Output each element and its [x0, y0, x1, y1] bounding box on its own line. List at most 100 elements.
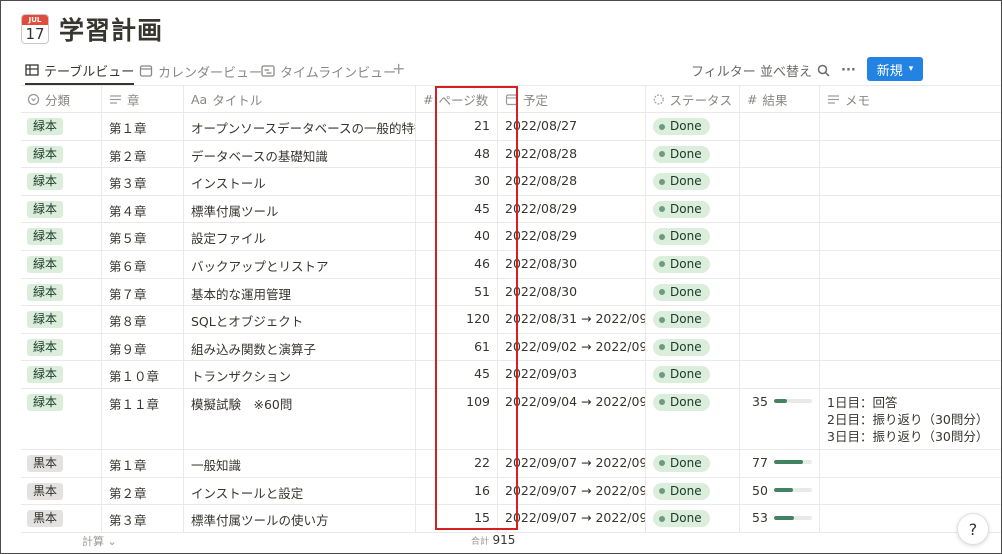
result-cell[interactable]: 77 — [740, 449, 820, 477]
schedule-cell[interactable]: 2022/09/04 → 2022/09/06 — [498, 388, 646, 449]
title-cell[interactable]: トランザクション — [184, 361, 416, 388]
memo-cell[interactable] — [820, 450, 1001, 477]
filter-button[interactable]: フィルター — [691, 60, 756, 80]
column-header-memo[interactable]: メモ — [820, 86, 1001, 112]
schedule-cell[interactable]: 2022/08/29 — [498, 195, 646, 223]
memo-cell[interactable] — [820, 279, 1001, 306]
title-cell[interactable]: SQLとオブジェクト — [184, 306, 416, 333]
sort-button[interactable]: 並べ替え — [760, 60, 812, 80]
help-button[interactable]: ? — [957, 513, 989, 545]
schedule-cell[interactable]: 2022/08/28 — [498, 168, 646, 195]
category-cell[interactable]: 緑本 — [21, 388, 102, 449]
table-row[interactable]: 緑本 第４章 標準付属ツール 45 2022/08/29 Done — [21, 195, 1001, 224]
pages-cell[interactable]: 45 — [416, 361, 498, 388]
status-cell[interactable]: Done — [646, 449, 740, 477]
chapter-cell[interactable]: 第７章 — [102, 278, 184, 306]
status-cell[interactable]: Done — [646, 333, 740, 361]
schedule-cell[interactable]: 2022/09/03 — [498, 361, 646, 388]
schedule-cell[interactable]: 2022/09/07 → 2022/09/08 — [498, 505, 646, 532]
result-cell[interactable] — [740, 361, 820, 388]
chapter-cell[interactable]: 第１１章 — [102, 388, 184, 449]
title-cell[interactable]: オープンソースデータベースの一般的特徴 — [184, 113, 416, 140]
chapter-cell[interactable]: 第５章 — [102, 223, 184, 250]
chapter-cell[interactable]: 第３章 — [102, 505, 184, 532]
category-cell[interactable]: 緑本 — [21, 195, 102, 223]
category-cell[interactable]: 緑本 — [21, 223, 102, 250]
status-cell[interactable]: Done — [646, 361, 740, 388]
page-title[interactable]: 学習計画 — [59, 11, 163, 47]
pages-cell[interactable]: 22 — [416, 449, 498, 477]
table-row[interactable]: 緑本 第２章 データベースの基礎知識 48 2022/08/28 Done — [21, 140, 1001, 169]
pages-cell[interactable]: 109 — [416, 388, 498, 449]
column-header-category[interactable]: 分類 — [21, 86, 102, 112]
status-cell[interactable]: Done — [646, 250, 740, 278]
calculate-button[interactable]: 計算 ⌄ — [82, 533, 117, 549]
column-header-title[interactable]: Aa タイトル — [184, 86, 416, 112]
category-cell[interactable]: 緑本 — [21, 140, 102, 168]
schedule-cell[interactable]: 2022/09/07 → 2022/09/08 — [498, 477, 646, 505]
status-cell[interactable]: Done — [646, 505, 740, 532]
schedule-cell[interactable]: 2022/08/31 → 2022/09/01 — [498, 306, 646, 333]
table-row[interactable]: 緑本 第１１章 模擬試験 ※60問 109 2022/09/04 → 2022/09/0… — [21, 388, 1001, 450]
result-cell[interactable] — [740, 306, 820, 333]
result-cell[interactable]: 50 — [740, 477, 820, 505]
title-cell[interactable]: 一般知識 — [184, 449, 416, 477]
memo-cell[interactable] — [820, 306, 1001, 333]
memo-cell[interactable] — [820, 196, 1001, 223]
result-cell[interactable] — [740, 195, 820, 223]
category-cell[interactable]: 緑本 — [21, 278, 102, 306]
table-row[interactable]: 緑本 第１章 オープンソースデータベースの一般的特徴 21 2022/08/27 Done — [21, 113, 1001, 141]
result-cell[interactable] — [740, 223, 820, 250]
category-cell[interactable]: 緑本 — [21, 250, 102, 278]
add-view-icon[interactable]: + — [392, 59, 405, 78]
title-cell[interactable]: 標準付属ツール — [184, 195, 416, 223]
category-cell[interactable]: 緑本 — [21, 333, 102, 361]
schedule-cell[interactable]: 2022/09/07 → 2022/09/08 — [498, 449, 646, 477]
schedule-cell[interactable]: 2022/09/02 → 2022/09/02 — [498, 333, 646, 361]
tab-timeline-view[interactable]: タイムラインビュー — [261, 57, 396, 85]
memo-cell[interactable] — [820, 251, 1001, 278]
table-row[interactable]: 黒本 第１章 一般知識 22 2022/09/07 → 2022/09/08 Done 77 — [21, 449, 1001, 478]
table-row[interactable]: 緑本 第１０章 トランザクション 45 2022/09/03 Done — [21, 361, 1001, 389]
memo-cell[interactable] — [820, 141, 1001, 168]
chapter-cell[interactable]: 第６章 — [102, 250, 184, 278]
schedule-cell[interactable]: 2022/08/29 — [498, 223, 646, 250]
category-cell[interactable]: 緑本 — [21, 168, 102, 195]
pages-cell[interactable]: 30 — [416, 168, 498, 195]
result-cell[interactable] — [740, 140, 820, 168]
memo-cell[interactable] — [820, 478, 1001, 505]
table-row[interactable]: 緑本 第８章 SQLとオブジェクト 120 2022/08/31 → 2022/09/0… — [21, 306, 1001, 334]
column-header-chapter[interactable]: 章 — [102, 86, 184, 112]
category-cell[interactable]: 黒本 — [21, 449, 102, 477]
chapter-cell[interactable]: 第９章 — [102, 333, 184, 361]
table-row[interactable]: 黒本 第３章 標準付属ツールの使い方 15 2022/09/07 → 2022/09/0… — [21, 505, 1001, 533]
result-cell[interactable] — [740, 333, 820, 361]
table-row[interactable]: 緑本 第３章 インストール 30 2022/08/28 Done — [21, 168, 1001, 196]
pages-cell[interactable]: 51 — [416, 278, 498, 306]
column-header-schedule[interactable]: 予定 — [498, 86, 646, 112]
memo-cell[interactable] — [820, 361, 1001, 388]
more-options-button[interactable]: ··· — [841, 60, 856, 80]
chapter-cell[interactable]: 第１章 — [102, 449, 184, 477]
tab-calendar-view[interactable]: カレンダービュー — [139, 57, 262, 85]
pages-cell[interactable]: 16 — [416, 477, 498, 505]
memo-cell[interactable] — [820, 223, 1001, 250]
title-cell[interactable]: データベースの基礎知識 — [184, 140, 416, 168]
chapter-cell[interactable]: 第２章 — [102, 477, 184, 505]
pages-cell[interactable]: 48 — [416, 140, 498, 168]
title-cell[interactable]: 設定ファイル — [184, 223, 416, 250]
schedule-cell[interactable]: 2022/08/27 — [498, 113, 646, 140]
table-row[interactable]: 緑本 第６章 バックアップとリストア 46 2022/08/30 Done — [21, 250, 1001, 279]
title-cell[interactable]: インストールと設定 — [184, 477, 416, 505]
schedule-cell[interactable]: 2022/08/30 — [498, 278, 646, 306]
pages-cell[interactable]: 21 — [416, 113, 498, 140]
table-row[interactable]: 緑本 第９章 組み込み関数と演算子 61 2022/09/02 → 2022/09/02… — [21, 333, 1001, 362]
table-row[interactable]: 緑本 第７章 基本的な運用管理 51 2022/08/30 Done — [21, 278, 1001, 307]
status-cell[interactable]: Done — [646, 140, 740, 168]
title-cell[interactable]: バックアップとリストア — [184, 250, 416, 278]
memo-cell[interactable] — [820, 168, 1001, 195]
result-cell[interactable] — [740, 250, 820, 278]
column-header-pages[interactable]: # ページ数 — [416, 86, 498, 112]
pages-cell[interactable]: 46 — [416, 250, 498, 278]
chapter-cell[interactable]: 第４章 — [102, 195, 184, 223]
